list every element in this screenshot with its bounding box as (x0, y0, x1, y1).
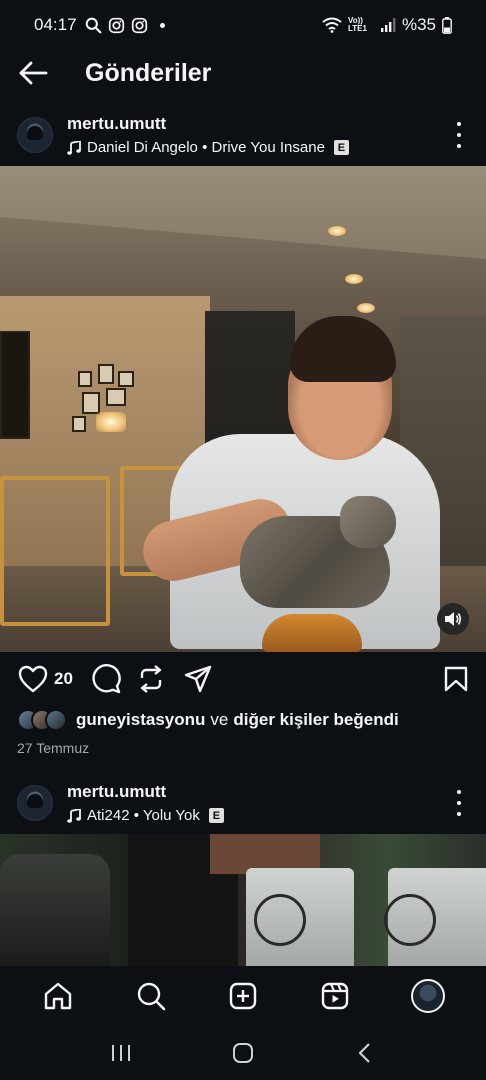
share-button[interactable] (184, 665, 212, 693)
avatar (45, 709, 67, 731)
music-label: Daniel Di Angelo • Drive You Insane (87, 139, 325, 156)
post-date: 27 Temmuz (17, 740, 90, 756)
liked-by-others[interactable]: diğer kişiler beğendi (233, 710, 398, 730)
music-label: Ati242 • Yolu Yok (87, 807, 200, 824)
liker-avatars (17, 709, 67, 731)
page-title: Gönderiler (85, 58, 212, 87)
post-header: mertu.umutt Daniel Di Angelo • Drive You… (0, 106, 486, 164)
search-icon (137, 982, 165, 1011)
back-chevron-icon (358, 1043, 370, 1063)
home-icon (44, 982, 72, 1010)
recents-button[interactable] (101, 1033, 141, 1073)
heart-icon (18, 665, 48, 693)
home-circle-icon (233, 1043, 253, 1063)
like-button[interactable]: 20 (18, 665, 73, 693)
search-status-icon (85, 17, 101, 33)
battery-text: %35 (401, 15, 436, 34)
repost-icon (140, 665, 162, 693)
nav-search[interactable] (127, 972, 175, 1020)
back-button[interactable] (0, 50, 66, 96)
avatar[interactable] (17, 117, 53, 153)
instagram-status-icon-2 (131, 17, 147, 33)
bottom-navigation (0, 966, 486, 1026)
sound-toggle-button[interactable] (437, 603, 469, 635)
post-music[interactable]: Ati242 • Yolu Yok E (67, 807, 224, 824)
notification-dot (159, 22, 165, 28)
comment-button[interactable] (91, 664, 121, 694)
create-icon (229, 982, 257, 1010)
signal-icon (380, 18, 396, 32)
liked-by-line[interactable]: guneyistasyonu ve diğer kişiler beğendi (17, 707, 399, 733)
status-bar: 04:17 Vo)) LTE1 %35 (0, 0, 486, 50)
network-label: Vo)) LTE1 (347, 16, 367, 33)
recents-icon (112, 1045, 130, 1061)
explicit-badge: E (208, 808, 224, 823)
profile-avatar (410, 979, 445, 1013)
app-header: Gönderiler (0, 50, 486, 96)
instagram-status-icon (108, 17, 124, 33)
repost-button[interactable] (138, 665, 164, 693)
like-count[interactable]: 20 (54, 669, 73, 689)
post-actions: 20 (0, 652, 486, 706)
post-image[interactable] (0, 834, 486, 966)
post-header: mertu.umutt Ati242 • Yolu Yok E (0, 774, 486, 832)
system-navigation (0, 1026, 486, 1080)
post-username[interactable]: mertu.umutt (67, 782, 224, 802)
post-image[interactable] (0, 166, 486, 652)
music-note-icon (67, 140, 81, 155)
save-button[interactable] (444, 666, 468, 697)
reels-icon (322, 982, 349, 1010)
more-options-button[interactable] (450, 790, 468, 816)
more-options-button[interactable] (450, 122, 468, 148)
battery-icon (442, 16, 452, 34)
speaker-icon (445, 612, 462, 626)
nav-create[interactable] (219, 972, 267, 1020)
bookmark-icon (444, 666, 468, 692)
post-music[interactable]: Daniel Di Angelo • Drive You Insane E (67, 139, 349, 156)
arrow-left-icon (19, 61, 48, 85)
status-time: 04:17 (34, 15, 77, 34)
send-icon (184, 665, 212, 693)
liked-by-connector: ve (210, 710, 229, 729)
explicit-badge: E (333, 140, 349, 155)
system-home-button[interactable] (223, 1033, 263, 1073)
nav-reels[interactable] (311, 972, 359, 1020)
music-note-icon (67, 808, 81, 823)
liker-username[interactable]: guneyistasyonu (76, 710, 205, 730)
comment-icon (92, 664, 121, 694)
wifi-icon (322, 17, 342, 33)
system-back-button[interactable] (345, 1033, 385, 1073)
nav-profile[interactable] (404, 972, 452, 1020)
avatar[interactable] (17, 785, 53, 821)
post-username[interactable]: mertu.umutt (67, 114, 349, 134)
nav-home[interactable] (34, 972, 82, 1020)
